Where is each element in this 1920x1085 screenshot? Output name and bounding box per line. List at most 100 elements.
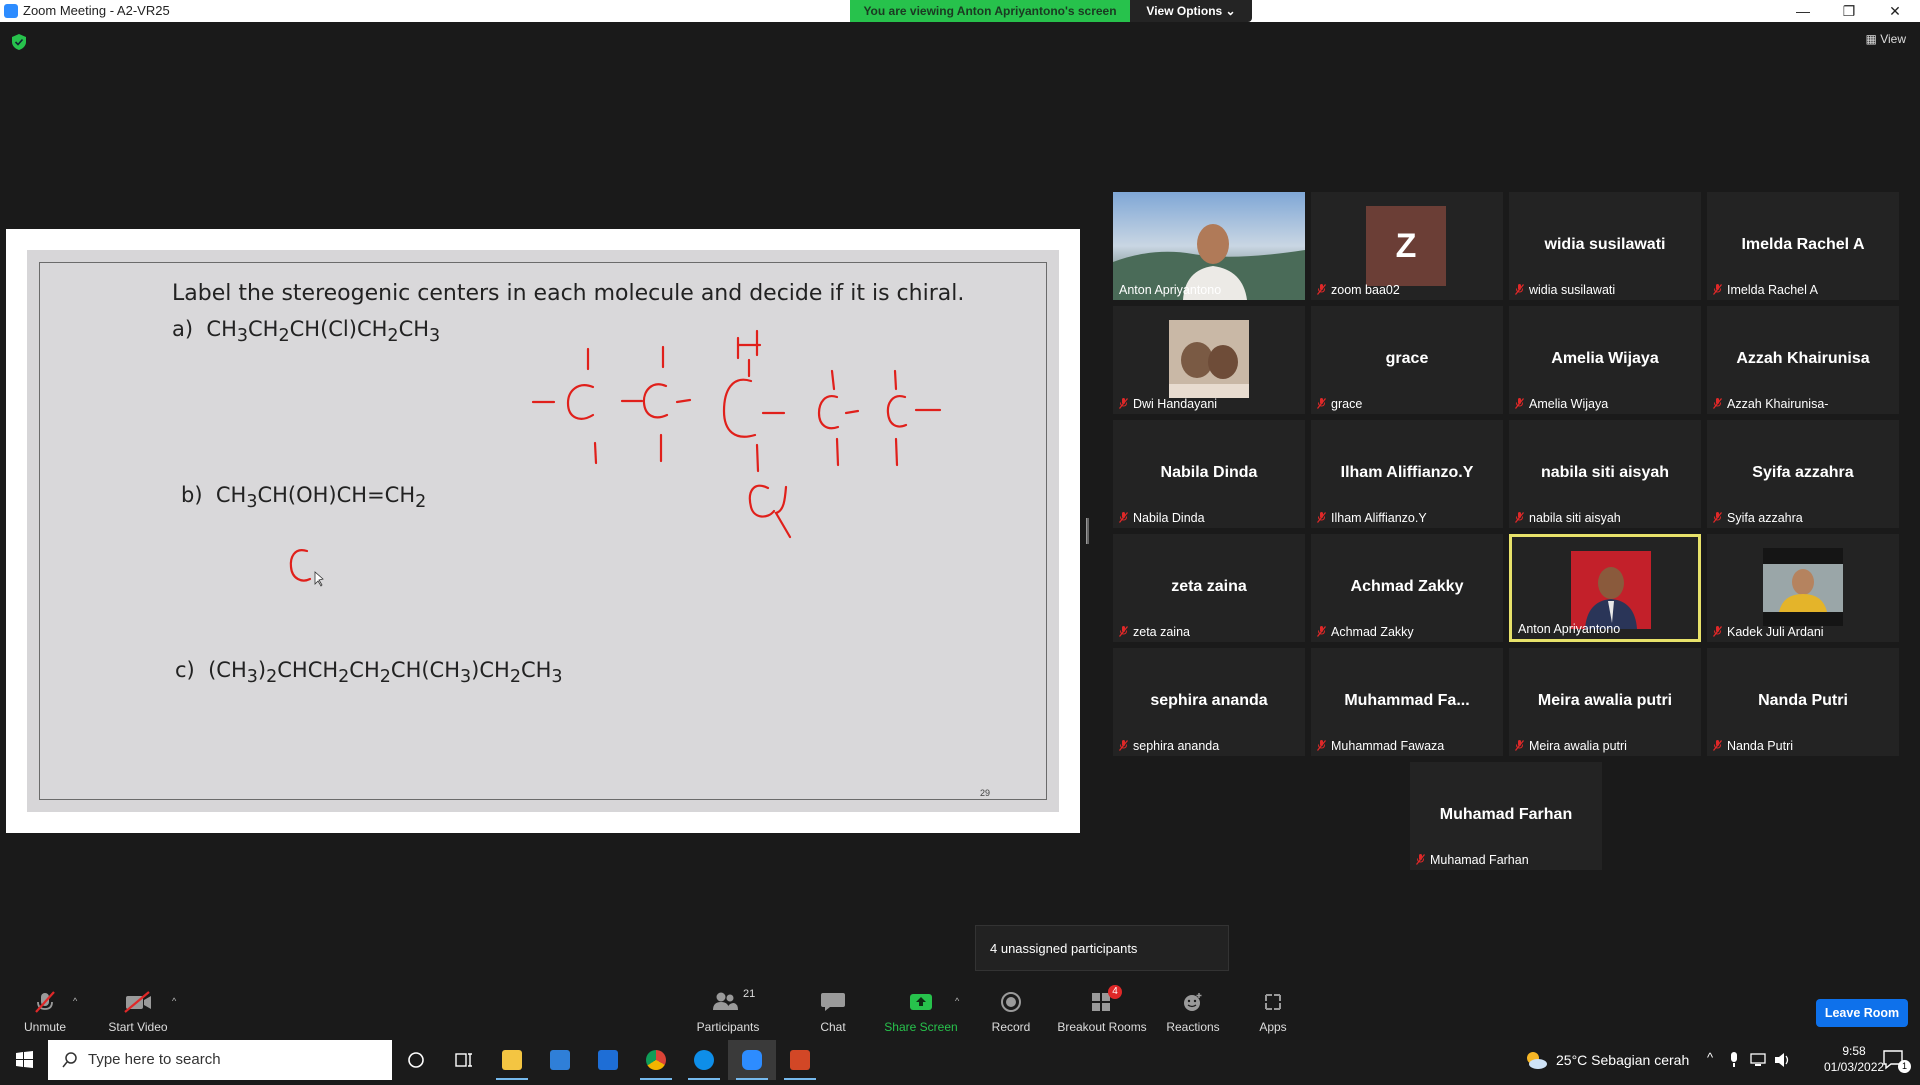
mic-muted-icon — [1515, 284, 1524, 295]
powerpoint-app[interactable] — [776, 1040, 824, 1080]
teamviewer-icon — [694, 1050, 714, 1070]
slide-frame: Label the stereogenic centers in each mo… — [39, 262, 1047, 800]
participant-tile[interactable]: grace grace — [1311, 306, 1503, 414]
video-options-caret-icon[interactable]: ^ — [172, 996, 176, 1006]
participant-tile[interactable]: Syifa azzahra Syifa azzahra — [1707, 420, 1899, 528]
view-options-button[interactable]: View Options ⌄ — [1130, 0, 1252, 22]
participant-display-name: Azzah Khairunisa — [1736, 350, 1870, 367]
notification-count-badge: 1 — [1898, 1060, 1911, 1073]
participant-tile[interactable]: Nabila Dinda Nabila Dinda — [1113, 420, 1305, 528]
reactions-label: Reactions — [1166, 1020, 1220, 1034]
share-options-caret-icon[interactable]: ^ — [955, 996, 959, 1006]
view-label: View — [1880, 32, 1906, 46]
participant-tile[interactable]: Amelia Wijaya Amelia Wijaya — [1509, 306, 1701, 414]
mic-muted-icon — [1317, 626, 1326, 637]
participant-profile-photo — [1169, 320, 1249, 398]
apps-button[interactable]: Apps — [1228, 978, 1318, 1040]
participant-tile[interactable]: Dwi Handayani — [1113, 306, 1305, 414]
maximize-button[interactable]: ❐ — [1826, 0, 1872, 22]
tray-chevron-up-icon[interactable]: ^ — [1707, 1050, 1713, 1065]
participant-tile[interactable]: sephira ananda sephira ananda — [1113, 648, 1305, 756]
close-button[interactable]: ✕ — [1872, 0, 1918, 22]
participant-tile[interactable]: Azzah Khairunisa Azzah Khairunisa- — [1707, 306, 1899, 414]
store-app[interactable] — [536, 1040, 584, 1080]
participant-tile[interactable]: nabila siti aisyah nabila siti aisyah — [1509, 420, 1701, 528]
cortana-button[interactable] — [392, 1040, 440, 1080]
zoom-app[interactable] — [728, 1040, 776, 1080]
network-icon[interactable] — [1750, 1052, 1768, 1068]
mail-app[interactable] — [584, 1040, 632, 1080]
participant-tile[interactable]: widia susilawati widia susilawati — [1509, 192, 1701, 300]
participant-label-text: Kadek Juli Ardani — [1727, 625, 1824, 639]
unassigned-participants-popup[interactable]: 4 unassigned participants — [975, 925, 1229, 971]
participant-label-text: Amelia Wijaya — [1529, 397, 1609, 411]
participant-display-name: Muhammad Fa... — [1344, 692, 1470, 709]
participant-profile-photo — [1571, 551, 1651, 629]
record-button[interactable]: Record — [966, 978, 1056, 1040]
leave-room-button[interactable]: Leave Room — [1816, 999, 1908, 1027]
participant-display-name: Nanda Putri — [1758, 692, 1848, 709]
participant-name-label: Nabila Dinda — [1119, 511, 1205, 525]
participant-name-label: zeta zaina — [1119, 625, 1190, 639]
windows-start-icon[interactable] — [0, 1040, 48, 1080]
breakout-rooms-badge: 4 — [1108, 985, 1122, 999]
participant-tile[interactable]: Ilham Aliffianzo.Y Ilham Aliffianzo.Y — [1311, 420, 1503, 528]
participant-label-text: Nanda Putri — [1727, 739, 1794, 753]
chrome-app[interactable] — [632, 1040, 680, 1080]
participant-tile[interactable]: Meira awalia putri Meira awalia putri — [1509, 648, 1701, 756]
file-explorer-app[interactable] — [488, 1040, 536, 1080]
participant-tile[interactable]: Imelda Rachel A Imelda Rachel A — [1707, 192, 1899, 300]
participant-tile[interactable]: Muhamad Farhan Muhamad Farhan — [1410, 762, 1602, 870]
teamviewer-app[interactable] — [680, 1040, 728, 1080]
taskbar-search-box[interactable]: Type here to search — [48, 1040, 392, 1080]
participant-name-label: Azzah Khairunisa- — [1713, 397, 1828, 411]
breakout-rooms-button[interactable]: 4 Breakout Rooms — [1057, 978, 1147, 1040]
audio-options-caret-icon[interactable]: ^ — [73, 996, 77, 1006]
mic-muted-icon — [1317, 512, 1326, 523]
participants-button[interactable]: 21 Participants — [683, 978, 773, 1040]
participant-label-text: sephira ananda — [1133, 739, 1220, 753]
participant-tile[interactable]: Zzoom baa02 — [1311, 192, 1503, 300]
breakout-rooms-label: Breakout Rooms — [1057, 1020, 1147, 1034]
participant-tile[interactable]: zeta zaina zeta zaina — [1113, 534, 1305, 642]
participant-tile[interactable]: Nanda Putri Nanda Putri — [1707, 648, 1899, 756]
unmute-button[interactable]: Unmute — [0, 978, 90, 1040]
panel-splitter-handle[interactable] — [1086, 518, 1089, 544]
volume-icon[interactable] — [1774, 1052, 1792, 1068]
participant-display-name: grace — [1385, 350, 1429, 367]
task-view-button[interactable] — [440, 1040, 488, 1080]
start-video-button[interactable]: Start Video — [93, 978, 183, 1040]
participant-display-name: Nabila Dinda — [1160, 464, 1258, 481]
participant-display-name: widia susilawati — [1544, 236, 1666, 253]
tray-mic-icon[interactable] — [1728, 1052, 1740, 1068]
participant-name-label: Muhamad Farhan — [1416, 853, 1529, 867]
share-screen-button[interactable]: Share Screen — [876, 978, 966, 1040]
participant-tile[interactable]: Kadek Juli Ardani — [1707, 534, 1899, 642]
system-clock[interactable]: 9:58 01/03/2022 — [1824, 1043, 1884, 1075]
mic-muted-icon — [1713, 512, 1722, 523]
zoom-camera-icon — [742, 1050, 762, 1070]
participant-name-label: Meira awalia putri — [1515, 739, 1627, 753]
mic-muted-icon — [1515, 398, 1524, 409]
participant-tile[interactable]: Anton Apriyantono — [1509, 534, 1701, 642]
participant-name-label: zoom baa02 — [1317, 283, 1400, 297]
shield-icon[interactable] — [12, 34, 26, 50]
participant-tile[interactable]: Muhammad Fa... Muhammad Fawaza — [1311, 648, 1503, 756]
shared-screen[interactable]: Label the stereogenic centers in each mo… — [6, 229, 1080, 833]
mail-icon — [598, 1050, 618, 1070]
mic-muted-icon — [1713, 740, 1722, 751]
participant-name-label: Kadek Juli Ardani — [1713, 625, 1824, 639]
participant-display-name: Achmad Zakky — [1350, 578, 1464, 595]
minimize-button[interactable]: — — [1780, 0, 1826, 22]
weather-text[interactable]: 25°C Sebagian cerah — [1556, 1052, 1689, 1068]
reactions-button[interactable]: Reactions — [1148, 978, 1238, 1040]
gallery-view-button[interactable]: ▦ View — [1866, 32, 1906, 46]
participant-name-label: Anton Apriyantono — [1119, 283, 1221, 297]
participant-label-text: Azzah Khairunisa- — [1727, 397, 1829, 411]
participant-tile[interactable]: Anton Apriyantono — [1113, 192, 1305, 300]
share-screen-icon — [910, 994, 932, 1010]
unmute-label: Unmute — [23, 1020, 67, 1034]
participant-label-text: widia susilawati — [1529, 283, 1616, 297]
participant-tile[interactable]: Achmad Zakky Achmad Zakky — [1311, 534, 1503, 642]
chat-button[interactable]: Chat — [788, 978, 878, 1040]
